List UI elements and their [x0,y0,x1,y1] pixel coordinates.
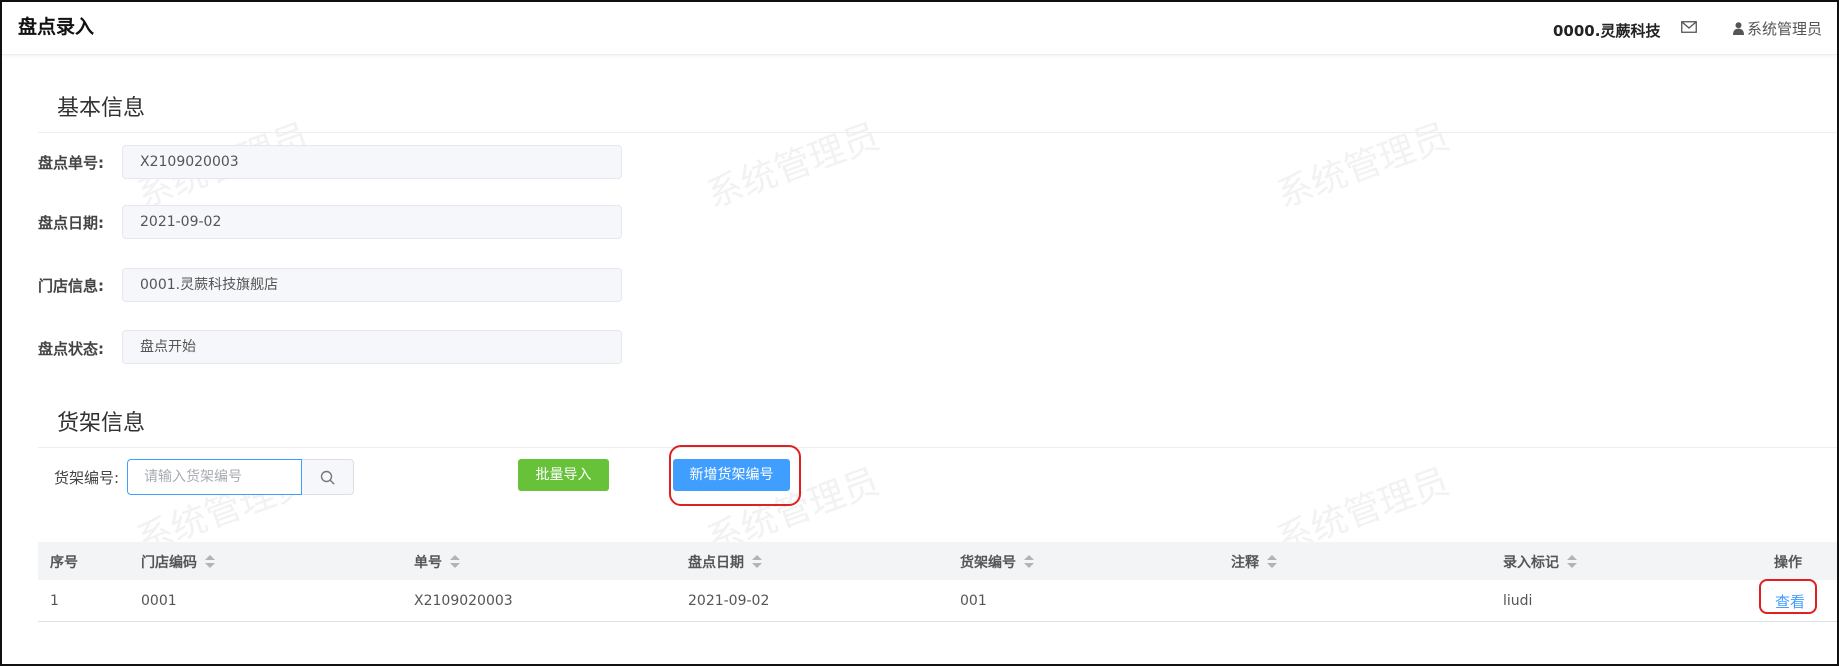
store-info-field[interactable]: 0001.灵蕨科技旗舰店 [122,268,622,302]
user-menu[interactable]: 系统管理员 [1733,18,1822,39]
check-status-label: 盘点状态: [38,340,104,358]
basic-info-title: 基本信息 [57,96,146,121]
column-header[interactable]: 货架编号 [960,552,1034,572]
mail-icon[interactable] [1681,21,1697,33]
table-header: 序号 门店编码 单号 盘点日期 货架编号 注释 录入标记 操作 [38,542,1837,581]
watermark: 系统管理员 [1271,116,1455,217]
shelf-search-input[interactable] [127,459,302,495]
sort-icon[interactable] [1567,555,1577,569]
view-link[interactable]: 查看 [1775,591,1805,612]
add-shelf-button[interactable]: 新增货架编号 [673,459,790,491]
check-date-label: 盘点日期: [38,214,104,232]
batch-import-button[interactable]: 批量导入 [518,459,609,491]
sort-icon[interactable] [205,555,215,569]
search-button[interactable] [302,459,354,495]
section-divider [38,447,1837,448]
user-icon [1733,22,1744,35]
shelf-no-label: 货架编号: [54,469,120,487]
check-date-field[interactable]: 2021-09-02 [122,205,622,239]
column-header: 序号 [50,555,78,571]
table-row: 1 0001 X2109020003 2021-09-02 001 liudi … [38,579,1837,622]
watermark: 系统管理员 [701,116,885,217]
app-frame: 盘点录入 0000.灵蕨科技 系统管理员 系统管理员 系统管理员 系统管理员 系… [0,0,1839,666]
column-header[interactable]: 录入标记 [1503,552,1577,572]
table-cell: 1 [50,593,59,609]
table-cell: 001 [960,593,987,609]
column-header[interactable]: 盘点日期 [688,552,762,572]
table-cell: 2021-09-02 [688,593,770,609]
page-title: 盘点录入 [18,16,95,38]
section-divider [38,132,1837,133]
check-status-field[interactable]: 盘点开始 [122,330,622,364]
table-cell: X2109020003 [414,593,513,609]
order-no-label: 盘点单号: [38,154,104,172]
table-cell: liudi [1503,593,1533,609]
user-name: 系统管理员 [1747,20,1823,38]
table-cell: 0001 [141,593,177,609]
sort-icon[interactable] [450,555,460,569]
company-name[interactable]: 0000.灵蕨科技 [1553,20,1660,41]
sort-icon[interactable] [1024,555,1034,569]
sort-icon[interactable] [1267,555,1277,569]
order-no-field[interactable]: X2109020003 [122,145,622,179]
top-header: 盘点录入 0000.灵蕨科技 系统管理员 [2,2,1837,55]
column-header[interactable]: 注释 [1231,552,1277,572]
store-info-label: 门店信息: [38,277,104,295]
column-header[interactable]: 门店编码 [141,552,215,572]
column-header[interactable]: 单号 [414,552,460,572]
shelf-info-title: 货架信息 [57,411,146,436]
column-header: 操作 [1774,555,1802,571]
search-icon [320,470,335,485]
sort-icon[interactable] [752,555,762,569]
